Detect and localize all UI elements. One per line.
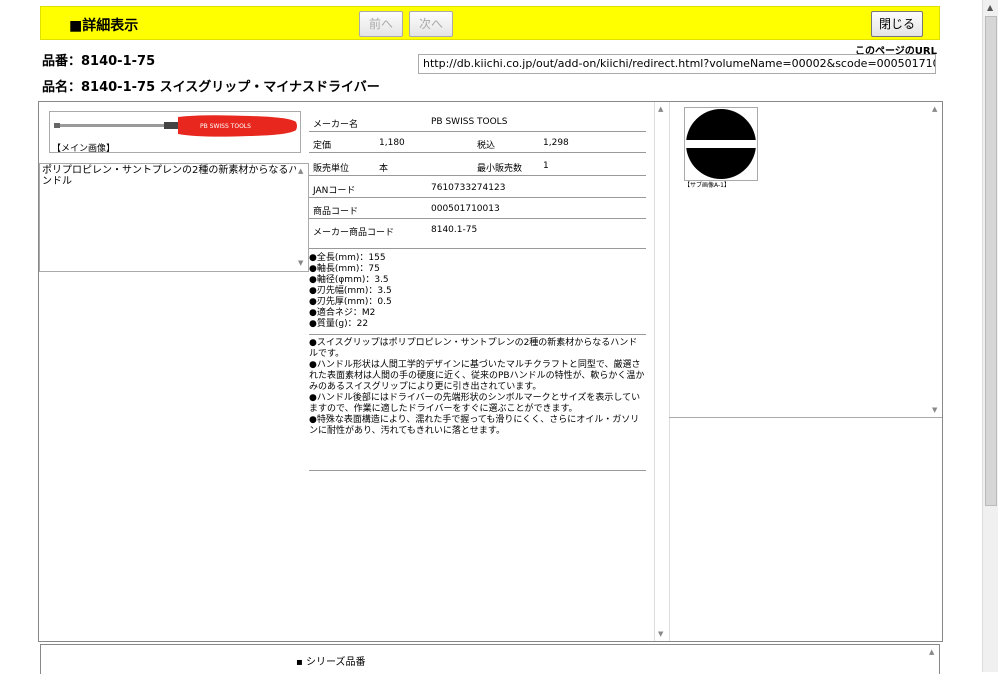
sub-image-frame: 【サブ画像A-1】 ▲ ▼ bbox=[669, 102, 942, 418]
maker-value: PB SWISS TOOLS bbox=[431, 117, 508, 127]
series-label-text: シリーズ品番 bbox=[305, 657, 366, 668]
maker-label: メーカー名 bbox=[313, 120, 359, 130]
spec-item: ●軸径(φmm)：3.5 bbox=[309, 275, 389, 285]
scroll-up-icon[interactable]: ▲ bbox=[929, 648, 934, 656]
series-frame: ▪ シリーズ品番 ▲ bbox=[40, 644, 940, 674]
url-field[interactable]: http://db.kiichi.co.jp/out/add-on/kiichi… bbox=[418, 54, 936, 74]
info-row-jan: JANコード 7610733274123 bbox=[309, 177, 646, 198]
product-number: 品番：8140-1-75 bbox=[42, 54, 156, 69]
detail-scrollbar[interactable]: ▲ ▼ bbox=[654, 102, 670, 641]
description-paragraph: ●スイスグリップはポリプロピレン・サントプレンの2種の新素材からなるハンドルです… bbox=[309, 338, 638, 359]
spec-item: ●適合ネジ：M2 bbox=[309, 308, 376, 318]
main-image-caption: 【メイン画像】 bbox=[52, 144, 116, 154]
unit-value: 本 bbox=[379, 164, 389, 174]
tax-label: 税込 bbox=[477, 141, 496, 151]
code-value: 000501710013 bbox=[431, 204, 500, 214]
scroll-down-icon[interactable]: ▼ bbox=[658, 630, 663, 638]
info-row-unit: 販売単位 本 最小販売数 1 bbox=[309, 155, 646, 176]
list-price-label: 定価 bbox=[313, 141, 332, 151]
scroll-up-icon[interactable]: ▲ bbox=[658, 105, 663, 113]
maker-code-value: 8140.1-75 bbox=[431, 225, 478, 235]
series-label: ▪ シリーズ品番 bbox=[296, 657, 366, 668]
maker-code-label: メーカー商品コード bbox=[313, 228, 395, 238]
sub-image bbox=[684, 107, 758, 181]
slotted-screw-icon bbox=[686, 109, 756, 179]
tax-value: 1,298 bbox=[543, 138, 569, 148]
info-row-price: 定価 1,180 税込 1,298 bbox=[309, 132, 646, 153]
short-description-box[interactable]: ポリプロピレン・サントプレンの2種の新素材からなるハンドル ▲ ▼ bbox=[39, 163, 309, 272]
sub-image-caption: 【サブ画像A-1】 bbox=[684, 182, 730, 189]
info-row-code: 商品コード 000501710013 bbox=[309, 198, 646, 219]
scroll-up-icon[interactable]: ▲ bbox=[987, 3, 993, 12]
scrollbar-thumb[interactable] bbox=[985, 16, 997, 506]
min-label: 最小販売数 bbox=[477, 164, 523, 174]
detail-frame: PB SWISS TOOLS 【メイン画像】 ポリプロピレン・サントプレンの2種… bbox=[38, 101, 943, 642]
jan-value: 7610733274123 bbox=[431, 183, 506, 193]
series-scrollbar[interactable]: ▲ bbox=[927, 645, 939, 675]
long-description: ●スイスグリップはポリプロピレン・サントプレンの2種の新素材からなるハンドルです… bbox=[309, 338, 646, 437]
next-button[interactable]: 次へ bbox=[409, 11, 453, 37]
page-scrollbar[interactable]: ▲ bbox=[982, 0, 998, 672]
unit-label: 販売単位 bbox=[313, 164, 350, 174]
prev-button[interactable]: 前へ bbox=[359, 11, 403, 37]
min-value: 1 bbox=[543, 161, 549, 171]
scroll-down-icon[interactable]: ▼ bbox=[298, 258, 303, 269]
code-label: 商品コード bbox=[313, 207, 359, 217]
spec-item: ●刃先厚(mm)：0.5 bbox=[309, 297, 392, 307]
product-name: 品名：8140-1-75 スイスグリップ・マイナスドライバー bbox=[42, 80, 380, 95]
scroll-up-icon[interactable]: ▲ bbox=[298, 166, 303, 177]
spec-item: ●軸長(mm)：75 bbox=[309, 264, 380, 274]
short-description-scrollbar[interactable]: ▲ ▼ bbox=[296, 164, 308, 271]
list-price-value: 1,180 bbox=[379, 138, 405, 148]
spec-item: ●刃先幅(mm)：3.5 bbox=[309, 286, 392, 296]
spec-item: ●質量(g)：22 bbox=[309, 319, 369, 329]
info-row-maker: メーカー名 PB SWISS TOOLS bbox=[309, 111, 646, 132]
scroll-down-icon[interactable]: ▼ bbox=[932, 406, 937, 414]
jan-label: JANコード bbox=[313, 186, 356, 196]
scroll-up-icon[interactable]: ▲ bbox=[932, 105, 937, 113]
short-description: ポリプロピレン・サントプレンの2種の新素材からなるハンドル bbox=[42, 165, 299, 187]
info-row-maker-code: メーカー商品コード 8140.1-75 bbox=[309, 219, 646, 249]
close-button[interactable]: 閉じる bbox=[871, 11, 923, 37]
page-title: ■詳細表示 bbox=[69, 18, 139, 34]
header-bar: ■詳細表示 前へ 次へ 閉じる bbox=[40, 6, 940, 40]
description-paragraph: ●ハンドル形状は人間工学的デザインに基づいたマルチクラフトと同型で、厳選された表… bbox=[309, 360, 645, 392]
spec-item: ●全長(mm)：155 bbox=[309, 253, 386, 263]
handle-brand-text: PB SWISS TOOLS bbox=[200, 123, 251, 130]
main-image: PB SWISS TOOLS 【メイン画像】 bbox=[49, 111, 301, 154]
description-paragraph: ●特殊な表面構造により、濡れた手で握っても滑りにくく、さらにオイル・ガソリンに耐… bbox=[309, 415, 640, 436]
sub-image-scrollbar[interactable]: ▲ ▼ bbox=[930, 102, 942, 417]
spec-list: ●全長(mm)：155 ●軸長(mm)：75 ●軸径(φmm)：3.5 ●刃先幅… bbox=[309, 253, 392, 330]
screwdriver-image: PB SWISS TOOLS bbox=[54, 115, 297, 137]
divider bbox=[309, 470, 646, 471]
divider bbox=[309, 334, 646, 335]
description-paragraph: ●ハンドル後部にはドライバーの先端形状のシンボルマークとサイズを表示していますの… bbox=[309, 393, 641, 414]
